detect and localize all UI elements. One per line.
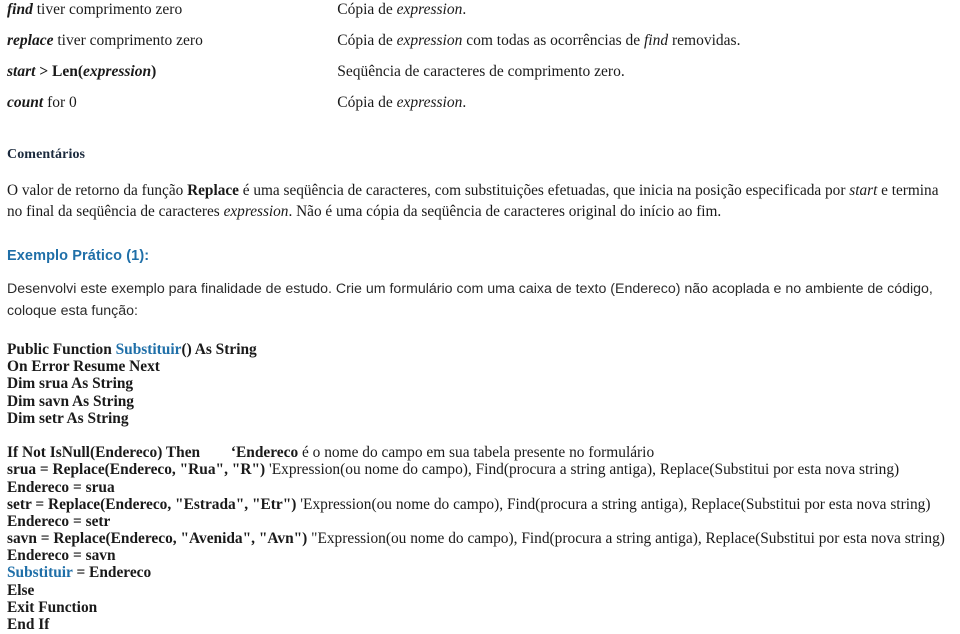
result-run: expression [396,94,463,111]
code-line: Dim setr As String [7,410,956,427]
result-cell: Cópia de expression. [336,0,956,31]
code-line: Public Function Substituir() As String [7,341,956,358]
code-line: End If [7,616,956,633]
result-run: . [462,1,467,18]
code-run: End If [7,616,50,633]
code-run: "Expression(ou nome do campo), Find(proc… [307,530,945,548]
code-run: Endereco = srua [7,478,115,496]
comentarios-text-run: . Não é uma cópia da seqüência de caract… [288,203,722,220]
condition-cell: count for 0 [4,93,336,124]
condition-run: expression [83,63,152,80]
code-run: Public Function [7,341,116,358]
table-row: find tiver comprimento zero Cópia de expr… [4,0,956,31]
result-run: find [644,32,669,49]
code-line: Exit Function [7,599,956,616]
code-run: Dim savn As String [7,392,134,410]
code-line: Else [7,582,956,599]
code-run: 'Expression(ou nome do campo), Find(proc… [265,461,900,479]
result-cell: Seqüência de caracteres de comprimento z… [336,62,956,93]
result-run: removidas. [668,32,741,49]
comentarios-text-run: expression [223,203,289,220]
document-page: find tiver comprimento zero Cópia de expr… [0,0,960,634]
code-line: Endereco = setr [7,513,956,530]
condition-cell: find tiver comprimento zero [4,0,336,31]
condition-run: Len( [52,63,84,80]
result-cell: Cópia de expression. [336,93,956,124]
exemplo-pratico-paragraph: Desenvolvi este exemplo para finalidade … [7,281,933,319]
code-run: On Error Resume Next [7,358,160,376]
condition-run: ) [151,63,157,80]
result-run: Cópia de [337,32,397,49]
comentarios-paragraph: O valor de retorno da função Replace é u… [7,180,955,222]
definition-table: find tiver comprimento zero Cópia de expr… [4,0,956,124]
result-run: expression [396,1,463,18]
code-run: = Endereco [72,564,152,582]
comentarios-text-run: é uma seqüência de caracteres, com subst… [238,182,850,199]
code-run: srua = Replace(Endereco, "Rua", "R") [7,461,266,479]
code-line: Endereco = savn [7,547,956,564]
condition-run: count [7,94,44,111]
result-run: Seqüência de caracteres de comprimento z… [337,63,625,80]
condition-run: for 0 [43,94,77,111]
code-line: On Error Resume Next [7,358,956,375]
result-run: Cópia de [337,1,397,18]
code-line: savn = Replace(Endereco, "Avenida", "Avn… [7,530,956,547]
result-cell: Cópia de expression com todas as ocorrên… [336,31,956,62]
condition-run: tiver comprimento zero [53,32,203,49]
code-run: Dim setr As String [7,409,129,427]
result-run: . [462,94,467,111]
result-run: com todas as ocorrências de [462,32,644,49]
table-row: replace tiver comprimento zero Cópia de e… [4,31,956,62]
code-run: Substituir [7,564,73,582]
condition-run: replace [7,32,54,49]
code-run: Else [7,581,35,599]
result-run: expression [396,32,463,49]
condition-cell: replace tiver comprimento zero [4,31,336,62]
code-line: Dim srua As String [7,375,956,392]
code-run: If Not IsNull(Endereco) Then ‘Endereco [7,444,299,462]
code-run: Dim srua As String [7,375,134,393]
comentarios-heading: Comentários [7,147,86,162]
condition-run: start [7,63,36,80]
code-line: srua = Replace(Endereco, "Rua", "R") 'Ex… [7,461,956,478]
code-run: Endereco = setr [7,512,111,530]
code-run: () As String [181,341,257,358]
vba-code-block: Public Function Substituir() As String On… [7,341,956,633]
code-line: Substituir = Endereco [7,564,956,581]
code-run: Endereco = savn [7,547,116,565]
comentarios-text-run: O valor de retorno da função [7,182,188,199]
code-line: Dim savn As String [7,393,956,410]
code-line: Endereco = srua [7,479,956,496]
exemplo-pratico-heading: Exemplo Prático (1): [7,248,150,264]
table-row: count for 0 Cópia de expression. [4,93,956,124]
definition-table-body: find tiver comprimento zero Cópia de expr… [4,0,956,124]
result-run: Cópia de [337,94,397,111]
condition-run: find [7,1,33,18]
code-run: setr = Replace(Endereco, "Estrada", "Etr… [7,495,297,513]
comentarios-text-run: Replace [187,182,239,199]
code-run: é o nome do campo em sua tabela presente… [298,444,655,462]
code-run: Exit Function [7,598,98,616]
code-line: If Not IsNull(Endereco) Then ‘Endereco é… [7,444,956,461]
code-run: Substituir [115,341,182,358]
table-row: start > Len(expression) Seqüência de cara… [4,62,956,93]
condition-cell: start > Len(expression) [4,62,336,93]
condition-run: > [35,63,53,80]
code-run: 'Expression(ou nome do campo), Find(proc… [296,495,931,513]
comentarios-text-run: start [849,182,878,199]
condition-run: tiver comprimento zero [32,1,183,18]
code-line: setr = Replace(Endereco, "Estrada", "Etr… [7,496,956,513]
code-run: savn = Replace(Endereco, "Avenida", "Avn… [7,530,308,548]
